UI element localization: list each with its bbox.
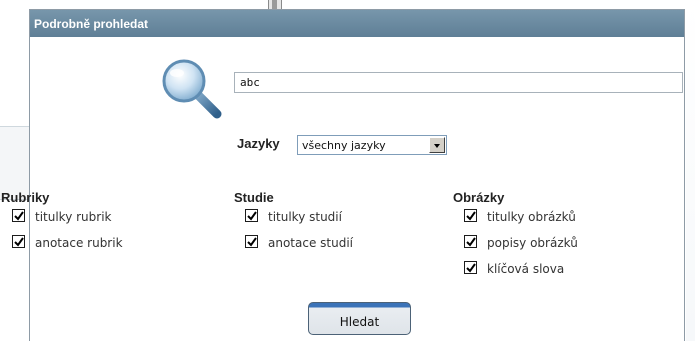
- magnifier-icon: [160, 57, 224, 121]
- advanced-search-dialog: Podrobně prohledat Jazyky všechny jazyky: [1, 9, 685, 341]
- checkbox[interactable]: [12, 209, 25, 222]
- checkbox[interactable]: [12, 235, 25, 248]
- checkmark-icon: [466, 237, 476, 247]
- language-select[interactable]: všechny jazyky: [297, 135, 447, 155]
- checkmark-icon: [247, 211, 257, 221]
- dialog-title: Podrobně prohledat: [34, 17, 148, 31]
- option-titulky-obrazku[interactable]: titulky obrázků: [453, 208, 576, 234]
- option-label: anotace studií: [268, 236, 354, 250]
- search-button[interactable]: Hledat: [308, 302, 411, 335]
- column-heading: Obrázky: [453, 190, 505, 205]
- checkbox[interactable]: [464, 261, 477, 274]
- column-heading: Studie: [234, 190, 274, 205]
- column-rubriky: Rubriky titulky rubrik anotace rubrik: [1, 190, 123, 260]
- option-anotace-studii[interactable]: anotace studií: [234, 234, 353, 260]
- checkbox[interactable]: [464, 235, 477, 248]
- option-anotace-rubrik[interactable]: anotace rubrik: [1, 234, 123, 260]
- checkmark-icon: [14, 237, 24, 247]
- column-studie: Studie titulky studií anotace studií: [234, 190, 353, 260]
- language-selected-value: všechny jazyky: [302, 139, 386, 152]
- background-panel: [0, 127, 30, 199]
- dialog-titlebar: Podrobně prohledat: [30, 10, 684, 37]
- option-klicova-slova[interactable]: klíčová slova: [453, 260, 564, 286]
- checkmark-icon: [14, 211, 24, 221]
- checkbox[interactable]: [245, 235, 258, 248]
- background-page-right: [686, 0, 695, 341]
- checkmark-icon: [466, 211, 476, 221]
- checkmark-icon: [466, 263, 476, 273]
- option-label: titulky studií: [268, 210, 342, 224]
- checkbox[interactable]: [464, 209, 477, 222]
- checkbox[interactable]: [245, 209, 258, 222]
- option-label: titulky rubrik: [35, 210, 112, 224]
- column-heading: Rubriky: [1, 190, 50, 205]
- option-label: anotace rubrik: [35, 236, 123, 250]
- background-scrollbar: [268, 0, 282, 9]
- language-label: Jazyky: [237, 136, 280, 151]
- option-titulky-rubrik[interactable]: titulky rubrik: [1, 208, 112, 234]
- search-input[interactable]: [234, 72, 683, 93]
- option-titulky-studii[interactable]: titulky studií: [234, 208, 342, 234]
- chevron-down-icon[interactable]: [429, 137, 445, 153]
- background-page: [0, 0, 30, 341]
- option-popisy-obrazku[interactable]: popisy obrázků: [453, 234, 578, 260]
- option-label: titulky obrázků: [487, 210, 576, 224]
- option-label: popisy obrázků: [487, 236, 578, 250]
- column-obrazky: Obrázky titulky obrázků popisy obrázků k…: [453, 190, 578, 286]
- option-label: klíčová slova: [487, 262, 565, 276]
- checkmark-icon: [247, 237, 257, 247]
